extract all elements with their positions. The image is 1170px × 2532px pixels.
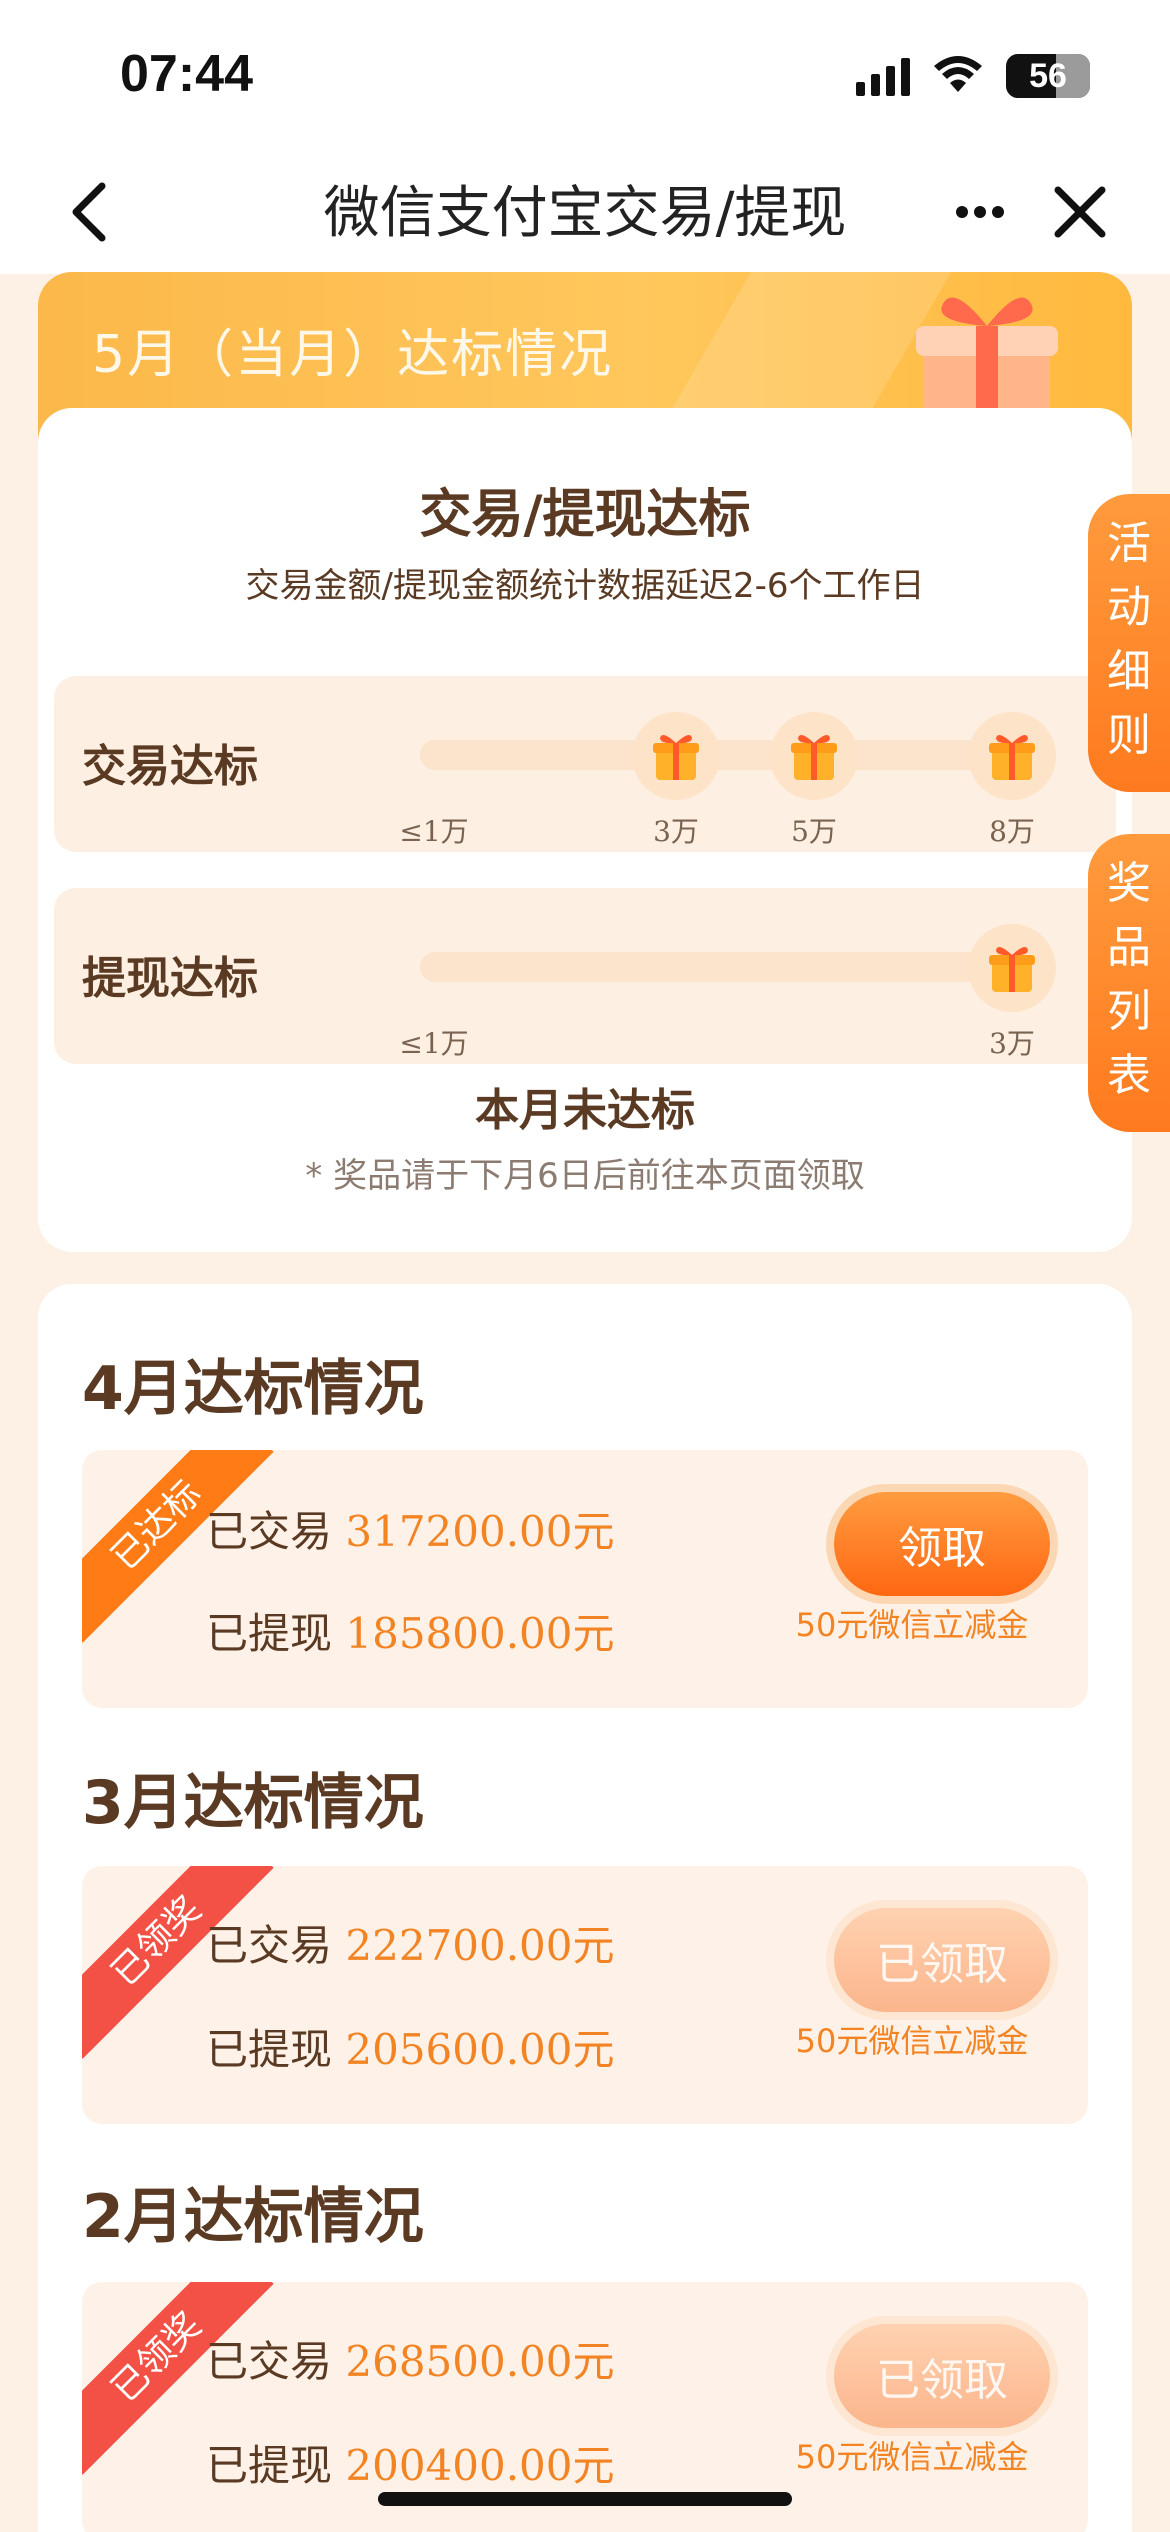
history-title: 3月达标情况 (82, 1768, 424, 1838)
target-heading: 交易/提现达标 (419, 485, 751, 545)
history-card: 已领奖 已交易 222700.00元 已提现 205600.00元 已领取 50… (82, 1866, 1088, 2124)
gift-icon[interactable] (632, 712, 720, 800)
history-title: 4月达标情况 (82, 1354, 424, 1424)
tick-label: 3万 (653, 815, 699, 848)
gift-icon[interactable] (770, 712, 858, 800)
nav-bar: 微信支付宝交易/提现 (0, 150, 1170, 274)
trade-track: 交易达标 ≤1万 3万 5万 8万 (54, 676, 1116, 852)
trade-line: 已交易 317200.00元 (206, 1507, 615, 1556)
prize-list-tab[interactable]: 奖品列表 (1088, 834, 1170, 1132)
more-icon[interactable] (940, 172, 1020, 252)
history-title: 2月达标情况 (82, 2182, 424, 2252)
claimed-button[interactable]: 已领取 (834, 1908, 1050, 2012)
prize-note: * 奖品请于下月6日后前往本页面领取 (305, 1156, 865, 1196)
tick-label: 8万 (989, 815, 1035, 848)
history-section: 4月达标情况 已达标 已交易 317200.00元 已提现 185800.00元… (38, 1284, 1132, 2532)
status-time: 07:44 (120, 45, 253, 103)
tick-label: ≤1万 (399, 1027, 469, 1060)
withdraw-line: 已提现 200400.00元 (206, 2441, 615, 2490)
trade-track-label: 交易达标 (82, 741, 258, 792)
battery-indicator: 56 (1006, 54, 1090, 98)
status-icons: 56 (856, 52, 1090, 100)
trade-track-line (420, 740, 1040, 770)
claimed-button[interactable]: 已领取 (834, 2324, 1050, 2428)
trade-line: 已交易 268500.00元 (206, 2337, 615, 2386)
withdraw-track-label: 提现达标 (82, 953, 258, 1004)
month-banner-title: 5月（当月）达标情况 (92, 325, 614, 385)
history-card: 已达标 已交易 317200.00元 已提现 185800.00元 领取 50元… (82, 1450, 1088, 1708)
month-body: 交易/提现达标 交易金额/提现金额统计数据延迟2-6个工作日 交易达标 ≤1万 … (38, 408, 1132, 1252)
prize-label: 50元微信立减金 (795, 2022, 1029, 2060)
withdraw-track-line (420, 952, 1040, 982)
tick-label: 3万 (989, 1027, 1035, 1060)
target-subtitle: 交易金额/提现金额统计数据延迟2-6个工作日 (245, 566, 925, 606)
tick-label: 5万 (791, 815, 837, 848)
withdraw-line: 已提现 185800.00元 (206, 1609, 615, 1658)
cellular-signal-icon (856, 56, 910, 96)
rules-tab[interactable]: 活动细则 (1088, 494, 1170, 792)
gift-icon[interactable] (968, 712, 1056, 800)
withdraw-track: 提现达标 ≤1万 3万 (54, 888, 1116, 1064)
home-indicator (378, 2492, 792, 2506)
wifi-icon (934, 56, 982, 92)
current-month-card: 5月（当月）达标情况 交易/提现达标 交易金额/提现金额统计数据延迟2-6个工作… (38, 272, 1132, 1252)
withdraw-line: 已提现 205600.00元 (206, 2025, 615, 2074)
claim-button[interactable]: 领取 (834, 1492, 1050, 1596)
prize-label: 50元微信立减金 (795, 1606, 1029, 1644)
status-bar: 07:44 56 (0, 0, 1170, 150)
trade-line: 已交易 222700.00元 (206, 1921, 615, 1970)
close-icon[interactable] (1040, 172, 1120, 252)
month-status: 本月未达标 (475, 1085, 695, 1136)
prize-label: 50元微信立减金 (795, 2438, 1029, 2476)
gift-icon[interactable] (968, 924, 1056, 1012)
tick-label: ≤1万 (399, 815, 469, 848)
